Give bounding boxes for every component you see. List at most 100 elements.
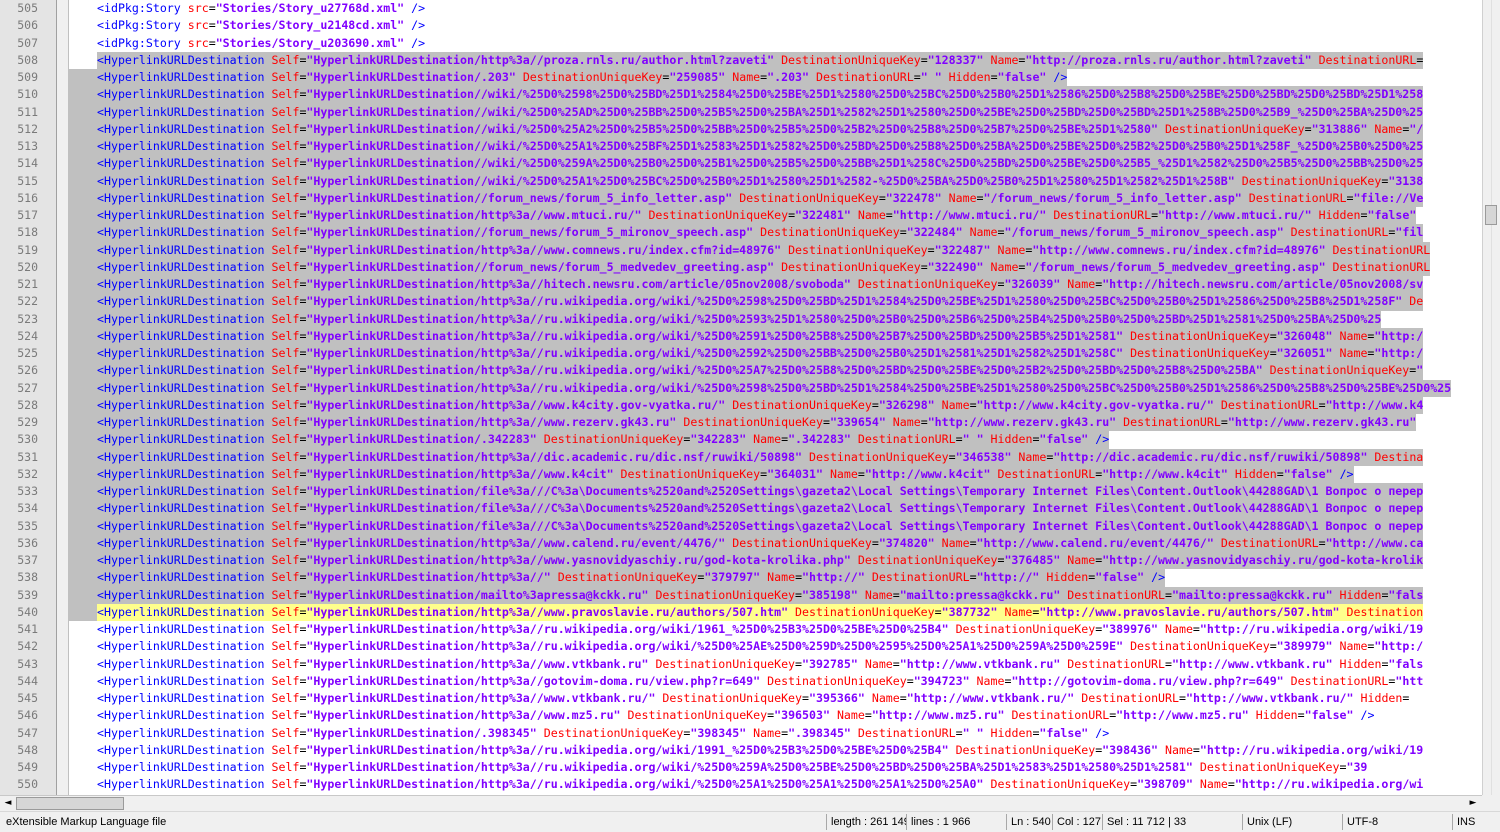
selection-indent [69,241,97,259]
code-line[interactable]: 547 <HyperlinkURLDestination Self = "Hyperl… [0,725,1482,742]
code-line[interactable]: 520 <HyperlinkURLDestination Self = "Hyperl… [0,258,1482,276]
code-token: = [969,397,977,412]
code-line[interactable]: 539 <HyperlinkURLDestination Self = "Hyperl… [0,586,1482,604]
code-token: = [920,259,928,274]
line-number: 506 [17,18,38,33]
code-token: "HyperlinkURLDestination/http%3a//www.k4… [306,466,614,481]
code-line-text: <HyperlinkURLDestination Self="Hyperlink… [97,155,1424,173]
status-insert-mode[interactable]: INS [1452,814,1498,830]
code-token: = [857,466,865,481]
code-token: /> [411,35,426,50]
status-cursor-line: Ln : 540 [1006,814,1052,830]
code-line[interactable]: 516 <HyperlinkURLDestination Self = "Hyperl… [0,189,1482,207]
code-token: "364031" [767,466,823,481]
code-line[interactable]: 509 <HyperlinkURLDestination Self = "Hyperl… [0,69,1482,87]
code-token: "HyperlinkURLDestination/http%3a//www.k4… [306,397,726,412]
code-token: "389976" [1102,622,1159,636]
code-line[interactable]: 532 <HyperlinkURLDestination Self = "Hyperl… [0,465,1482,483]
code-line[interactable]: 530 <HyperlinkURLDestination Self = "Hyperl… [0,431,1482,449]
code-line[interactable]: 528 <HyperlinkURLDestination Self = "Hyperl… [0,396,1482,414]
code-line[interactable]: 507 <idPkg:Story src="Stories/Story_u2036… [0,35,1482,52]
code-line[interactable]: 515 <HyperlinkURLDestination Self="Hyperl… [0,172,1482,190]
code-token: "HyperlinkURLDestination/file%3a///C%3a\… [306,501,1424,516]
code-line[interactable]: 513 <HyperlinkURLDestination Self="Hyperl… [0,138,1482,156]
code-line[interactable]: 518 <HyperlinkURLDestination Self = "Hyperl… [0,224,1482,242]
line-number: 533 [17,484,38,498]
code-line[interactable]: 534 <HyperlinkURLDestination Self="Hyperl… [0,500,1482,518]
line-number: 513 [17,139,38,153]
code-line-text: <HyperlinkURLDestination Self="Hyperlink… [97,465,1354,483]
code-line[interactable]: 546 <HyperlinkURLDestination Self = "Hyperl… [0,707,1482,724]
status-eol-format[interactable]: Unix (LF) [1242,814,1342,830]
code-line[interactable]: 521 <HyperlinkURLDestination Self="Hyperl… [0,276,1482,294]
code-line[interactable]: 542 <HyperlinkURLDestination Self = "Hyperl… [0,638,1482,655]
code-line[interactable]: 535 <HyperlinkURLDestination Self="Hyperl… [0,517,1482,535]
vertical-scroll-thumb[interactable] [1485,205,1497,225]
code-line[interactable]: 523 <HyperlinkURLDestination Self="Hyperl… [0,310,1482,328]
code-token: <HyperlinkURLDestination [97,139,272,153]
scroll-left-arrow-icon[interactable]: ◄ [1,797,15,810]
code-line[interactable]: 506 <idPkg:Story src="Stories/Story_u2148… [0,17,1482,34]
code-line[interactable]: 533 <HyperlinkURLDestination Self="Hyperl… [0,483,1482,501]
code-token: DestinationUniqueKey [955,622,1096,636]
code-token: DestinationUniqueKey [809,449,949,464]
code-editor[interactable]: 505 <idPkg:Story src="Stories/Story_u2776… [0,0,1482,795]
code-token: = [1179,691,1186,705]
horizontal-scrollbar[interactable]: ◄ ► [0,795,1482,811]
horizontal-scroll-thumb[interactable] [16,797,124,810]
code-token: <HyperlinkURLDestination [97,484,272,498]
code-line[interactable]: 517 <HyperlinkURLDestination Self = "Hyperl… [0,207,1482,225]
code-lines[interactable]: 505 <idPkg:Story src="Stories/Story_u2776… [0,0,1482,794]
code-line[interactable]: 510 <HyperlinkURLDestination Self="Hyperl… [0,86,1482,104]
code-line[interactable]: 511 <HyperlinkURLDestination Self="Hyperl… [0,103,1482,121]
code-line[interactable]: 522 <HyperlinkURLDestination Self="Hyperl… [0,293,1482,311]
code-line[interactable]: 541 <HyperlinkURLDestination Self = "Hyperl… [0,621,1482,638]
code-line[interactable]: 524 <HyperlinkURLDestination Self = "Hyperl… [0,327,1482,345]
scroll-right-arrow-icon[interactable]: ► [1466,797,1480,810]
code-line[interactable]: 543 <HyperlinkURLDestination Self = "Hyperl… [0,656,1482,673]
code-token: Hidden [1234,466,1277,481]
code-line[interactable]: 537 <HyperlinkURLDestination Self="Hyperl… [0,552,1482,570]
code-token: Self [271,604,300,619]
code-line[interactable]: 527 <HyperlinkURLDestination Self="Hyperl… [0,379,1482,397]
code-line[interactable]: 526 <HyperlinkURLDestination Self="Hyperl… [0,362,1482,380]
code-line[interactable]: 540 <HyperlinkURLDestination Self = "Hyperl… [0,603,1482,621]
code-token: "fil [1395,225,1424,240]
code-line[interactable]: 529 <HyperlinkURLDestination Self = "Hyperl… [0,414,1482,432]
code-token: = [822,415,830,429]
code-line[interactable]: 519 <HyperlinkURLDestination Self = "Hyperl… [0,241,1482,259]
code-line[interactable]: 545 <HyperlinkURLDestination Self = "Hyperl… [0,690,1482,707]
code-line[interactable]: 512 <HyperlinkURLDestination Self = "Hyperl… [0,120,1482,138]
code-token: /> [1095,432,1110,447]
code-token: <HyperlinkURLDestination [97,311,272,326]
code-token: DestinationUniqueKey [955,742,1096,757]
code-line[interactable]: 550 <HyperlinkURLDestination Self = "Hyperl… [0,776,1482,793]
vertical-scrollbar[interactable] [1482,0,1500,795]
code-line[interactable]: 538 <HyperlinkURLDestination Self = "Hyperl… [0,569,1482,587]
code-line[interactable]: 531 <HyperlinkURLDestination Self = "Hyperl… [0,448,1482,466]
code-line[interactable]: 544 <HyperlinkURLDestination Self = "Hyperl… [0,673,1482,690]
status-file-type: eXtensible Markup Language file [6,816,167,828]
code-token: <HyperlinkURLDestination [97,432,272,447]
code-line[interactable]: 549 <HyperlinkURLDestination Self="Hyperl… [0,759,1482,776]
selection-indent [69,327,97,345]
code-token: <HyperlinkURLDestination [97,346,272,360]
code-line[interactable]: 514 <HyperlinkURLDestination Self="Hyperl… [0,155,1482,173]
code-line[interactable]: 505 <idPkg:Story src="Stories/Story_u2776… [0,0,1482,17]
code-token: = [1269,346,1277,360]
code-line[interactable]: 508 <HyperlinkURLDestination Self = "Hyperl… [0,51,1482,69]
code-token: "HyperlinkURLDestination/http%3a//ru.wik… [306,294,1403,309]
code-line[interactable]: 548 <HyperlinkURLDestination Self = "Hyperl… [0,742,1482,759]
line-number: 529 [17,415,38,429]
code-token: = [208,35,216,50]
status-length: length : 261 149 [826,814,906,830]
code-line-text: <HyperlinkURLDestination Self="Hyperlink… [97,224,1424,242]
code-line[interactable]: 525 <HyperlinkURLDestination Self = "Hyperl… [0,345,1482,363]
code-token: "http://www.vtkbank.ru" [1172,656,1333,671]
status-encoding[interactable]: UTF-8 [1342,814,1452,830]
code-token: = [934,604,942,619]
code-line[interactable]: 536 <HyperlinkURLDestination Self = "Hyperl… [0,534,1482,552]
